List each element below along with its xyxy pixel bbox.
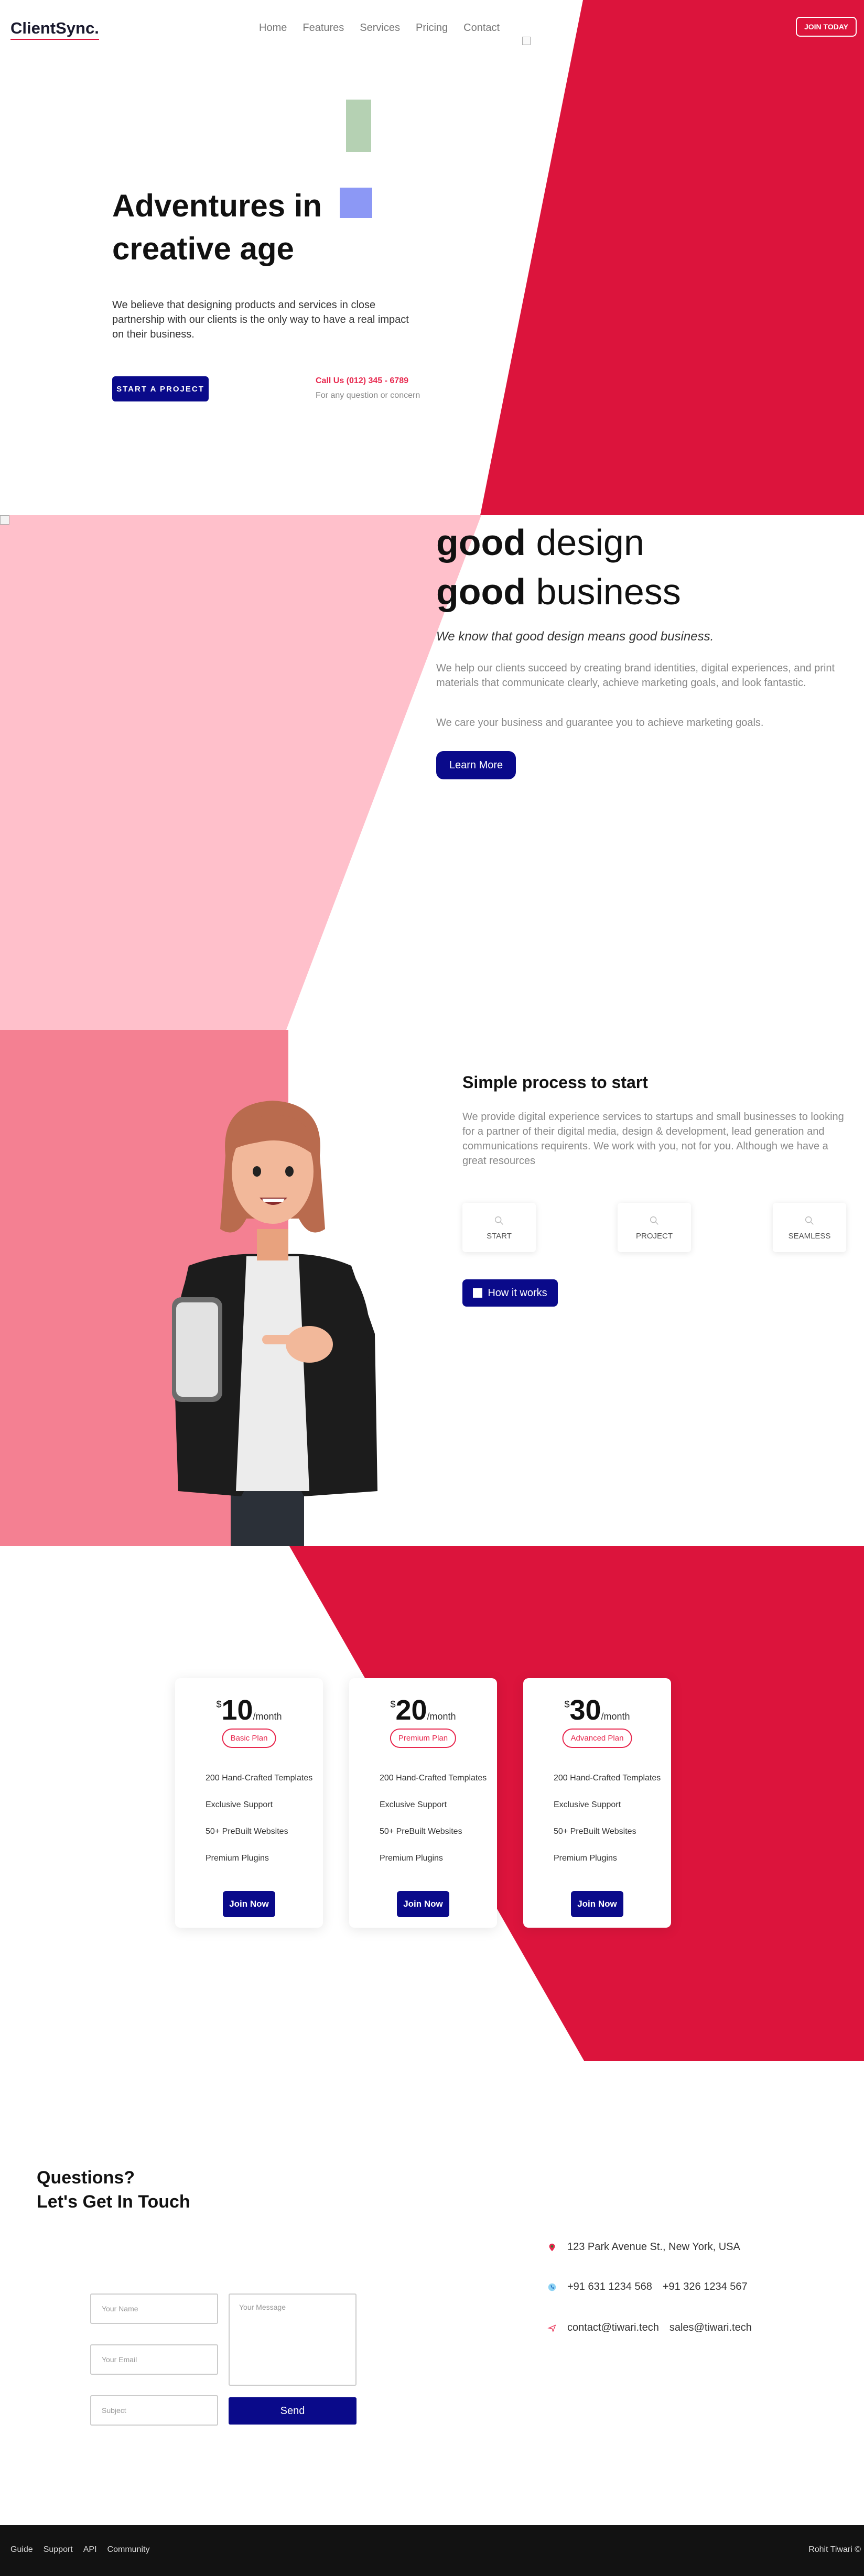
plan-feature: 50+ PreBuilt Websites (554, 1827, 636, 1836)
decor-green-block (346, 100, 371, 152)
footer-link-support[interactable]: Support (44, 2545, 73, 2555)
process-title: Simple process to start (462, 1073, 648, 1092)
plan-feature: Premium Plugins (554, 1854, 617, 1863)
contact-email: contact@tiwari.tech sales@tiwari.tech (547, 2322, 752, 2334)
learn-more-button[interactable]: Learn More (436, 751, 516, 779)
broken-image-icon (0, 515, 9, 525)
price: $20/month (390, 1694, 456, 1726)
plan-feature: 200 Hand-Crafted Templates (206, 1774, 313, 1782)
site-logo[interactable]: ClientSync. (10, 19, 99, 40)
pricing-card-basic: $10/month Basic Plan 200 Hand-Crafted Te… (175, 1678, 323, 1928)
character-illustration (172, 1101, 377, 1546)
footer-link-api[interactable]: API (83, 2545, 97, 2555)
broken-image-icon (522, 37, 531, 45)
how-it-works-button[interactable]: How it works (462, 1279, 558, 1307)
nav-link-features[interactable]: Features (303, 22, 344, 34)
join-now-button[interactable]: Join Now (571, 1891, 623, 1917)
plan-feature: Exclusive Support (206, 1800, 273, 1809)
join-today-button[interactable]: JOIN TODAY (796, 17, 857, 37)
footer-link-community[interactable]: Community (107, 2545, 150, 2555)
step-card-project[interactable]: PROJECT (618, 1203, 691, 1252)
hero-description: We believe that designing products and s… (112, 299, 409, 340)
nav-link-contact[interactable]: Contact (463, 22, 500, 34)
good-business-heading: good business (436, 571, 681, 612)
good-tagline: We know that good design means good busi… (436, 629, 714, 644)
plan-badge: Advanced Plan (562, 1729, 632, 1748)
call-us-link[interactable]: Call Us (012) 345 - 6789 (316, 376, 408, 386)
main-nav: Home Features Services Pricing Contact (259, 22, 500, 34)
search-icon (650, 1216, 658, 1225)
send-button[interactable]: Send (229, 2397, 357, 2425)
step-label: START (487, 1231, 512, 1241)
map-pin-icon (549, 2243, 555, 2251)
pricing-section: $10/month Basic Plan 200 Hand-Crafted Te… (0, 1546, 864, 2061)
nav-link-services[interactable]: Services (360, 22, 400, 34)
plan-feature: 50+ PreBuilt Websites (206, 1827, 288, 1836)
contact-title: Questions? Let's Get In Touch (37, 2168, 190, 2212)
message-textarea[interactable]: Your Message (229, 2294, 357, 2386)
good-paragraph-1: We help our clients succeed by creating … (436, 662, 835, 689)
pricing-card-advanced: $30/month Advanced Plan 200 Hand-Crafted… (523, 1678, 671, 1928)
process-description: We provide digital experience services t… (462, 1111, 844, 1167)
good-pink-shape (0, 515, 481, 1030)
contact-phone: +91 631 1234 568 +91 326 1234 567 (547, 2281, 748, 2293)
start-project-button[interactable]: START A PROJECT (112, 376, 209, 401)
phone-icon (548, 2283, 556, 2291)
pricing-card-premium: $20/month Premium Plan 200 Hand-Crafted … (349, 1678, 497, 1928)
contact-section: Questions? Let's Get In Touch Your Name … (0, 2061, 864, 2525)
subject-input[interactable]: Subject (90, 2395, 218, 2426)
hero-title: Adventures in creative age (112, 188, 322, 266)
footer-links: Guide Support API Community (10, 2545, 149, 2555)
send-icon (547, 2324, 556, 2332)
join-now-button[interactable]: Join Now (223, 1891, 275, 1917)
how-it-works-label: How it works (488, 1287, 547, 1299)
plan-feature: Exclusive Support (554, 1800, 621, 1809)
step-label: SEAMLESS (788, 1231, 831, 1241)
call-note: For any question or concern (316, 391, 420, 400)
join-now-button[interactable]: Join Now (397, 1891, 449, 1917)
search-icon (805, 1216, 814, 1225)
step-card-start[interactable]: START (462, 1203, 536, 1252)
nav-link-pricing[interactable]: Pricing (416, 22, 448, 34)
contact-address: 123 Park Avenue St., New York, USA (547, 2241, 740, 2253)
plan-feature: Premium Plugins (380, 1854, 443, 1863)
plan-badge: Basic Plan (222, 1729, 276, 1748)
good-design-heading: good design (436, 522, 644, 563)
footer-link-guide[interactable]: Guide (10, 2545, 33, 2555)
plan-feature: 200 Hand-Crafted Templates (380, 1774, 487, 1782)
footer-copyright: Rohit Tiwari © (808, 2545, 861, 2554)
plan-feature: Exclusive Support (380, 1800, 447, 1809)
search-icon (494, 1216, 503, 1225)
process-section: Simple process to start We provide digit… (0, 1030, 864, 1546)
good-design-section: good design good business We know that g… (0, 515, 864, 1030)
step-card-seamless[interactable]: SEAMLESS (773, 1203, 846, 1252)
plan-feature: Premium Plugins (206, 1854, 269, 1863)
step-label: PROJECT (635, 1231, 673, 1241)
plan-badge: Premium Plan (390, 1729, 457, 1748)
price: $30/month (564, 1694, 630, 1726)
price: $10/month (216, 1694, 282, 1726)
site-footer: Guide Support API Community Rohit Tiwari… (0, 2525, 864, 2576)
plan-feature: 200 Hand-Crafted Templates (554, 1774, 661, 1782)
nav-link-home[interactable]: Home (259, 22, 287, 34)
square-icon (473, 1288, 483, 1298)
name-input[interactable]: Your Name (90, 2294, 218, 2324)
email-input[interactable]: Your Email (90, 2344, 218, 2375)
plan-feature: 50+ PreBuilt Websites (380, 1827, 462, 1836)
hero-section: ClientSync. Home Features Services Prici… (0, 0, 864, 515)
good-paragraph-2: We care your business and guarantee you … (436, 717, 764, 729)
